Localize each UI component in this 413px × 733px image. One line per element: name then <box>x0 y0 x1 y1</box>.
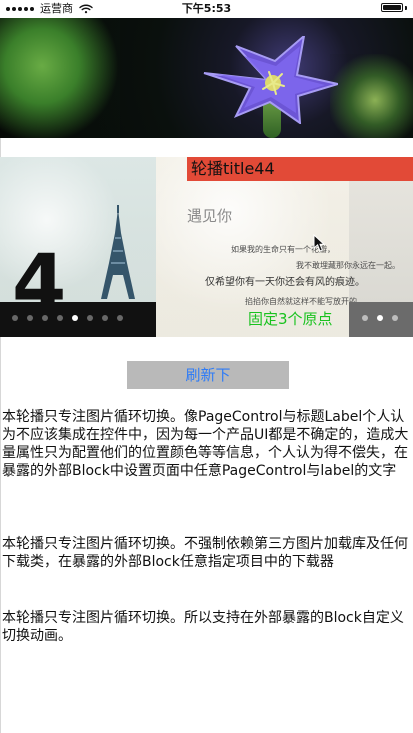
page-dot[interactable] <box>362 315 368 321</box>
refresh-button[interactable]: 刷新下 <box>127 361 289 389</box>
mouse-pointer-icon <box>313 234 325 252</box>
battery-icon <box>381 3 403 12</box>
status-time: 下午5:53 <box>181 2 232 15</box>
page-dot[interactable] <box>12 315 18 321</box>
page-dot[interactable] <box>57 315 63 321</box>
page-control-left[interactable] <box>0 302 156 337</box>
carousel-title: 轮播title44 <box>191 159 275 178</box>
page-dot[interactable] <box>87 315 93 321</box>
page-dot[interactable] <box>27 315 33 321</box>
page-control-dots <box>12 315 123 321</box>
slide-heading: 遇见你 <box>187 207 233 225</box>
purple-flower-icon <box>203 36 338 124</box>
page-control-right[interactable] <box>349 302 413 337</box>
page-dot-active[interactable] <box>377 315 383 321</box>
slide-quote-line: 仅希望你有一天你还会有风的痕迹。 <box>205 277 365 288</box>
banner-leaf-left <box>0 18 120 138</box>
page-dot[interactable] <box>42 315 48 321</box>
battery-group <box>381 3 407 12</box>
fixed-dots-label: 固定3个原点 <box>248 310 333 328</box>
description-paragraph-1: 本轮播只专注图片循环切换。像PageControl与标题Label个人认为不应该… <box>2 409 409 479</box>
top-banner-image <box>0 18 413 138</box>
page-dot[interactable] <box>117 315 123 321</box>
slide-quote-line: 掐掐你自然就这样不能写放开的 <box>245 297 357 306</box>
description-paragraph-2: 本轮播只专注图片循环切换。不强制依赖第三方图片加载库及任何下载类，在暴露的外部B… <box>2 536 408 570</box>
battery-cap-icon <box>405 5 407 10</box>
description-paragraph-3: 本轮播只专注图片循环切换。所以支持在外部暴露的Block自定义切换动画。 <box>2 610 404 644</box>
status-bar: 运营商 下午5:53 <box>0 0 413 18</box>
page-dot[interactable] <box>392 315 398 321</box>
page-control-right-dots <box>362 315 398 321</box>
slide-quote-line: 我不敢埋藏那你永远在一起。 <box>296 261 400 270</box>
eiffel-tower-icon <box>101 205 135 299</box>
banner-leaf-right <box>330 54 413 138</box>
carousel-title-bar: 轮播title44 <box>187 157 413 181</box>
page-dot[interactable] <box>102 315 108 321</box>
image-carousel[interactable]: 轮播title44 4 遇见你 如果我的生命只有一个花瓣， 我不敢埋藏那你永远在… <box>0 157 413 337</box>
page-dot-active[interactable] <box>72 315 78 321</box>
